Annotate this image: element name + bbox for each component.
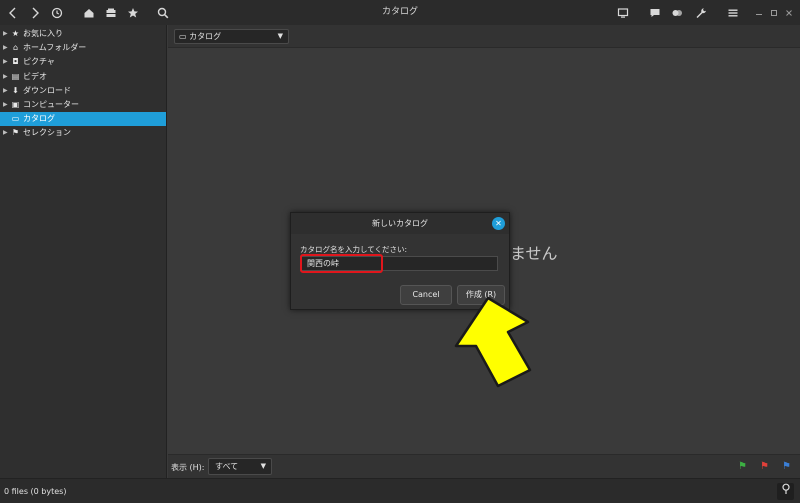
title-bar: カタログ (0, 0, 800, 25)
sidebar-item-videos[interactable]: ▶ ▤ ビデオ (0, 70, 166, 84)
catalog-icon[interactable] (102, 4, 120, 21)
history-icon[interactable] (48, 4, 66, 21)
sidebar-item-label: ダウンロード (23, 85, 71, 95)
combo-value: すべて (215, 462, 239, 471)
wrench-icon[interactable] (692, 4, 710, 21)
green-flag-icon[interactable]: ⚑ (738, 461, 747, 472)
dialog-close-button[interactable]: ✕ (492, 217, 505, 230)
dialog-title: 新しいカタログ (291, 213, 509, 234)
film-icon: ▤ (11, 71, 20, 81)
sidebar-item-favorites[interactable]: ▶ ★ お気に入り (0, 27, 166, 41)
camera-icon: ◘ (12, 57, 19, 67)
sidebar-item-selection[interactable]: ▶ ⚑ セレクション (0, 126, 166, 140)
expand-arrow-icon[interactable]: ▶ (3, 98, 8, 112)
menu-icon[interactable] (724, 4, 742, 21)
expand-arrow-icon[interactable]: ▶ (3, 41, 8, 55)
dropdown-arrow-icon: ▼ (277, 32, 283, 40)
sidebar-item-label: セレクション (23, 128, 71, 138)
sidebar-item-pictures[interactable]: ▶ ◘ ピクチャ (0, 55, 166, 69)
blue-flag-icon[interactable]: ⚑ (782, 461, 791, 472)
computer-icon: ▣ (11, 99, 20, 109)
chevron-right-icon[interactable] (26, 4, 44, 21)
sidebar-item-computer[interactable]: ▶ ▣ コンピューター (0, 98, 166, 112)
sidebar-item-label: カタログ (23, 114, 55, 124)
expand-arrow-icon[interactable]: ▶ (3, 126, 8, 140)
star-icon[interactable] (124, 4, 142, 21)
home-icon: ⌂ (12, 43, 19, 53)
catalog-name-label: カタログ名を入力してください: (300, 245, 408, 254)
create-button[interactable]: 作成 (R) (457, 285, 505, 305)
star-icon: ★ (11, 29, 20, 38)
status-bar: 0 files (0 bytes) (0, 478, 800, 503)
catalog-icon: ▭ (11, 114, 20, 124)
sidebar-item-home[interactable]: ▶ ⌂ ホームフォルダー (0, 41, 166, 55)
catalog-icon: ▭ (179, 32, 190, 41)
chevron-left-icon[interactable] (4, 4, 22, 21)
chat-icon[interactable] (646, 4, 664, 21)
sidebar: ▶ ★ お気に入り ▶ ⌂ ホームフォルダー ▶ ◘ ピクチャ ▶ ▤ ビデオ ▶ ⬇ ダ… (0, 25, 167, 478)
status-text: 0 files (0 bytes) (4, 487, 67, 496)
new-catalog-dialog: 新しいカタログ ✕ カタログ名を入力してください: 関西の峠 Cancel 作成… (290, 212, 510, 310)
close-icon[interactable] (780, 4, 798, 21)
expand-arrow-icon[interactable]: ▶ (3, 27, 8, 41)
expand-arrow-icon[interactable]: ▶ (3, 84, 8, 98)
location-pin-button[interactable] (777, 483, 794, 500)
show-filter-combo[interactable]: すべて ▼ (208, 458, 272, 475)
show-filter-label: 表示 (H): (171, 463, 205, 472)
sidebar-item-label: ピクチャ (23, 57, 55, 67)
red-flag-icon[interactable]: ⚑ (760, 461, 769, 472)
download-icon: ⬇ (12, 85, 19, 95)
catalog-name-input[interactable]: 関西の峠 (300, 256, 498, 271)
sidebar-item-label: お気に入り (23, 29, 63, 38)
location-bar: ▭ カタログ ▼ (168, 25, 800, 48)
sidebar-item-catalogs[interactable]: ▭ カタログ (0, 112, 166, 127)
expand-arrow-icon[interactable]: ▶ (3, 55, 8, 69)
dropdown-arrow-icon: ▼ (260, 462, 266, 470)
tags-icon[interactable] (668, 4, 686, 21)
sidebar-item-label: ホームフォルダー (23, 43, 87, 53)
catalog-location-combo[interactable]: ▭ カタログ ▼ (174, 29, 289, 44)
home-icon[interactable] (80, 4, 98, 21)
sidebar-item-label: コンピューター (23, 99, 79, 109)
cancel-button[interactable]: Cancel (400, 285, 452, 305)
empty-folder-message: ません (510, 244, 558, 263)
flag-icon: ⚑ (11, 128, 20, 138)
monitor-icon[interactable] (614, 4, 632, 21)
filter-bar: 表示 (H): すべて ▼ ⚑ ⚑ ⚑ (168, 454, 800, 478)
combo-value: カタログ (189, 32, 222, 41)
sidebar-item-downloads[interactable]: ▶ ⬇ ダウンロード (0, 84, 166, 98)
expand-arrow-icon[interactable]: ▶ (3, 70, 8, 84)
sidebar-item-label: ビデオ (23, 71, 47, 81)
pin-icon (781, 483, 790, 494)
search-icon[interactable] (154, 4, 172, 21)
